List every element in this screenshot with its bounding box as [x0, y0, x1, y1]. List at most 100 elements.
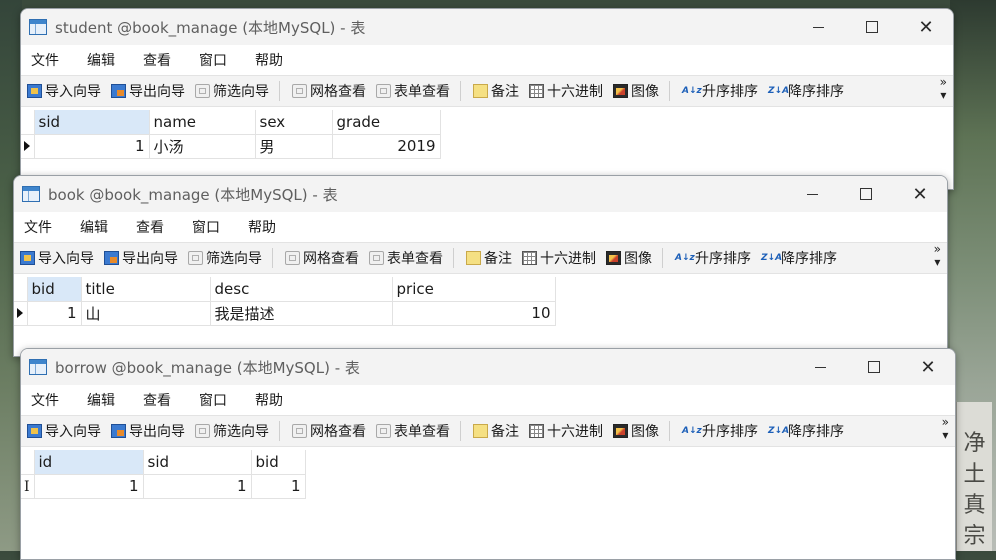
hex-button[interactable]: 十六进制	[518, 248, 600, 268]
row-indicator[interactable]	[14, 301, 28, 326]
sort-ascending-button[interactable]: A↓z 升序排序	[678, 81, 762, 101]
title-bar[interactable]: book @book_manage (本地MySQL) - 表 ✕	[14, 176, 947, 212]
table-row[interactable]: I 1 1 1	[21, 474, 306, 499]
note-button[interactable]: 备注	[469, 421, 523, 441]
column-header[interactable]: price	[392, 277, 556, 302]
column-header[interactable]: title	[81, 277, 211, 302]
column-header[interactable]: bid	[27, 277, 82, 302]
filter-wizard-button[interactable]: 筛选向导	[191, 81, 273, 101]
filter-wizard-button[interactable]: 筛选向导	[191, 421, 273, 441]
menu-window[interactable]: 窗口	[186, 217, 234, 237]
table-cell[interactable]: 10	[392, 301, 556, 326]
menu-file[interactable]: 文件	[18, 217, 66, 237]
column-header[interactable]: sid	[143, 450, 252, 475]
row-indicator[interactable]: I	[21, 474, 35, 499]
toolbar-overflow-button[interactable]: » ▾	[940, 76, 947, 102]
export-wizard-button[interactable]: 导出向导	[107, 421, 189, 441]
table-cell[interactable]: 1	[27, 301, 82, 326]
column-header[interactable]: sex	[255, 110, 333, 135]
table-row[interactable]: 1 山 我是描述 10	[14, 301, 556, 326]
form-view-label: 表单查看	[394, 424, 450, 440]
menu-help[interactable]: 帮助	[242, 217, 290, 237]
menu-file[interactable]: 文件	[25, 50, 73, 70]
maximize-button[interactable]	[847, 349, 901, 385]
import-wizard-button[interactable]: 导入向导	[16, 248, 98, 268]
note-button[interactable]: 备注	[462, 248, 516, 268]
table-cell[interactable]: 1	[143, 474, 252, 499]
hex-label: 十六进制	[547, 84, 603, 100]
minimize-button[interactable]	[793, 349, 847, 385]
export-wizard-button[interactable]: 导出向导	[100, 248, 182, 268]
grid-view-button[interactable]: 网格查看	[288, 81, 370, 101]
close-button[interactable]: ✕	[893, 176, 947, 212]
menu-bar: 文件 编辑 查看 窗口 帮助	[21, 45, 953, 75]
table-cell[interactable]: 男	[255, 134, 333, 159]
header-row: id sid bid	[21, 450, 306, 475]
table-cell[interactable]: 山	[81, 301, 211, 326]
minimize-button[interactable]	[785, 176, 839, 212]
import-wizard-button[interactable]: 导入向导	[23, 81, 105, 101]
table-cell[interactable]: 1	[251, 474, 306, 499]
export-wizard-button[interactable]: 导出向导	[107, 81, 189, 101]
sort-descending-button[interactable]: Z↓A 降序排序	[757, 248, 841, 268]
table-cell[interactable]: 1	[34, 474, 144, 499]
form-view-button[interactable]: 表单查看	[372, 81, 454, 101]
table-icon	[29, 359, 47, 375]
menu-help[interactable]: 帮助	[249, 50, 297, 70]
toolbar-overflow-button[interactable]: » ▾	[942, 416, 949, 442]
form-view-button[interactable]: 表单查看	[372, 421, 454, 441]
column-header[interactable]: sid	[34, 110, 150, 135]
filter-wizard-button[interactable]: 筛选向导	[184, 248, 266, 268]
sort-ascending-button[interactable]: A↓z 升序排序	[678, 421, 762, 441]
toolbar-overflow-button[interactable]: » ▾	[934, 243, 941, 269]
close-button[interactable]: ✕	[901, 349, 955, 385]
hex-button[interactable]: 十六进制	[525, 81, 607, 101]
sort-ascending-button[interactable]: A↓z 升序排序	[671, 248, 755, 268]
sort-descending-button[interactable]: Z↓A 降序排序	[764, 421, 848, 441]
table-cell[interactable]: 1	[34, 134, 150, 159]
maximize-button[interactable]	[845, 9, 899, 45]
menu-view[interactable]: 查看	[137, 390, 185, 410]
column-header[interactable]: id	[34, 450, 144, 475]
grid-view-button[interactable]: 网格查看	[288, 421, 370, 441]
column-header[interactable]: name	[149, 110, 256, 135]
menu-edit[interactable]: 编辑	[81, 50, 129, 70]
form-view-button[interactable]: 表单查看	[365, 248, 447, 268]
maximize-button[interactable]	[839, 176, 893, 212]
sort-descending-button[interactable]: Z↓A 降序排序	[764, 81, 848, 101]
note-button[interactable]: 备注	[469, 81, 523, 101]
menu-edit[interactable]: 编辑	[81, 390, 129, 410]
column-header[interactable]: desc	[210, 277, 393, 302]
column-header[interactable]: bid	[251, 450, 306, 475]
menu-help[interactable]: 帮助	[249, 390, 297, 410]
menu-view[interactable]: 查看	[130, 217, 178, 237]
hex-button[interactable]: 十六进制	[525, 421, 607, 441]
menu-bar: 文件 编辑 查看 窗口 帮助	[14, 212, 947, 242]
toolbar: 导入向导 导出向导 筛选向导 网格查看 表单查看 备注 十六进制 图像 A↓z 升…	[21, 415, 955, 447]
minimize-button[interactable]	[791, 9, 845, 45]
import-wizard-button[interactable]: 导入向导	[23, 421, 105, 441]
menu-view[interactable]: 查看	[137, 50, 185, 70]
grid-view-button[interactable]: 网格查看	[281, 248, 363, 268]
table-cell[interactable]: 我是描述	[210, 301, 393, 326]
table-cell[interactable]: 2019	[332, 134, 441, 159]
menu-window[interactable]: 窗口	[193, 390, 241, 410]
menu-file[interactable]: 文件	[25, 390, 73, 410]
close-button[interactable]: ✕	[899, 9, 953, 45]
image-button[interactable]: 图像	[602, 248, 656, 268]
title-bar[interactable]: student @book_manage (本地MySQL) - 表 ✕	[21, 9, 953, 45]
title-bar[interactable]: borrow @book_manage (本地MySQL) - 表 ✕	[21, 349, 955, 385]
menu-edit[interactable]: 编辑	[74, 217, 122, 237]
current-row-icon	[17, 308, 23, 318]
hex-icon	[522, 251, 537, 265]
menu-window[interactable]: 窗口	[193, 50, 241, 70]
table-row[interactable]: 1 小汤 男 2019	[21, 134, 441, 159]
maximize-icon	[866, 21, 878, 33]
table-cell[interactable]: 小汤	[149, 134, 256, 159]
image-button[interactable]: 图像	[609, 421, 663, 441]
toolbar-separator	[272, 248, 273, 268]
current-row-icon	[24, 141, 30, 151]
image-button[interactable]: 图像	[609, 81, 663, 101]
column-header[interactable]: grade	[332, 110, 441, 135]
row-indicator[interactable]	[21, 134, 35, 159]
